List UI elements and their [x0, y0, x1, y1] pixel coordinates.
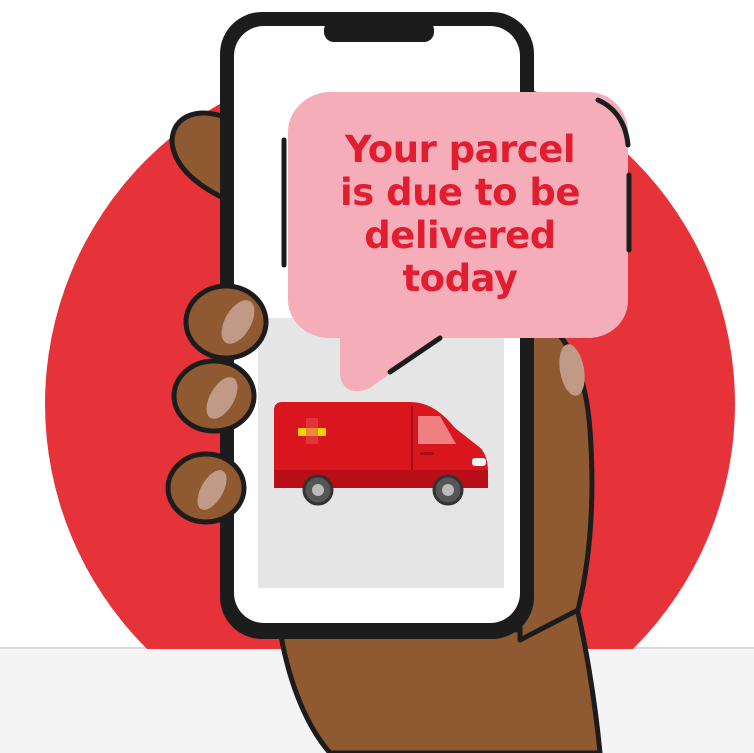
message-line-2: is due to be	[340, 171, 580, 214]
message-line-1: Your parcel	[344, 128, 576, 171]
phone-notch	[324, 20, 434, 42]
illustration-svg	[0, 12, 754, 753]
notification-message: Your parcel is due to be delivered today	[300, 128, 620, 300]
illustration-scene: Your parcel is due to be delivered today	[0, 0, 754, 753]
message-line-4: today	[402, 257, 518, 300]
message-line-3: delivered	[364, 214, 556, 257]
